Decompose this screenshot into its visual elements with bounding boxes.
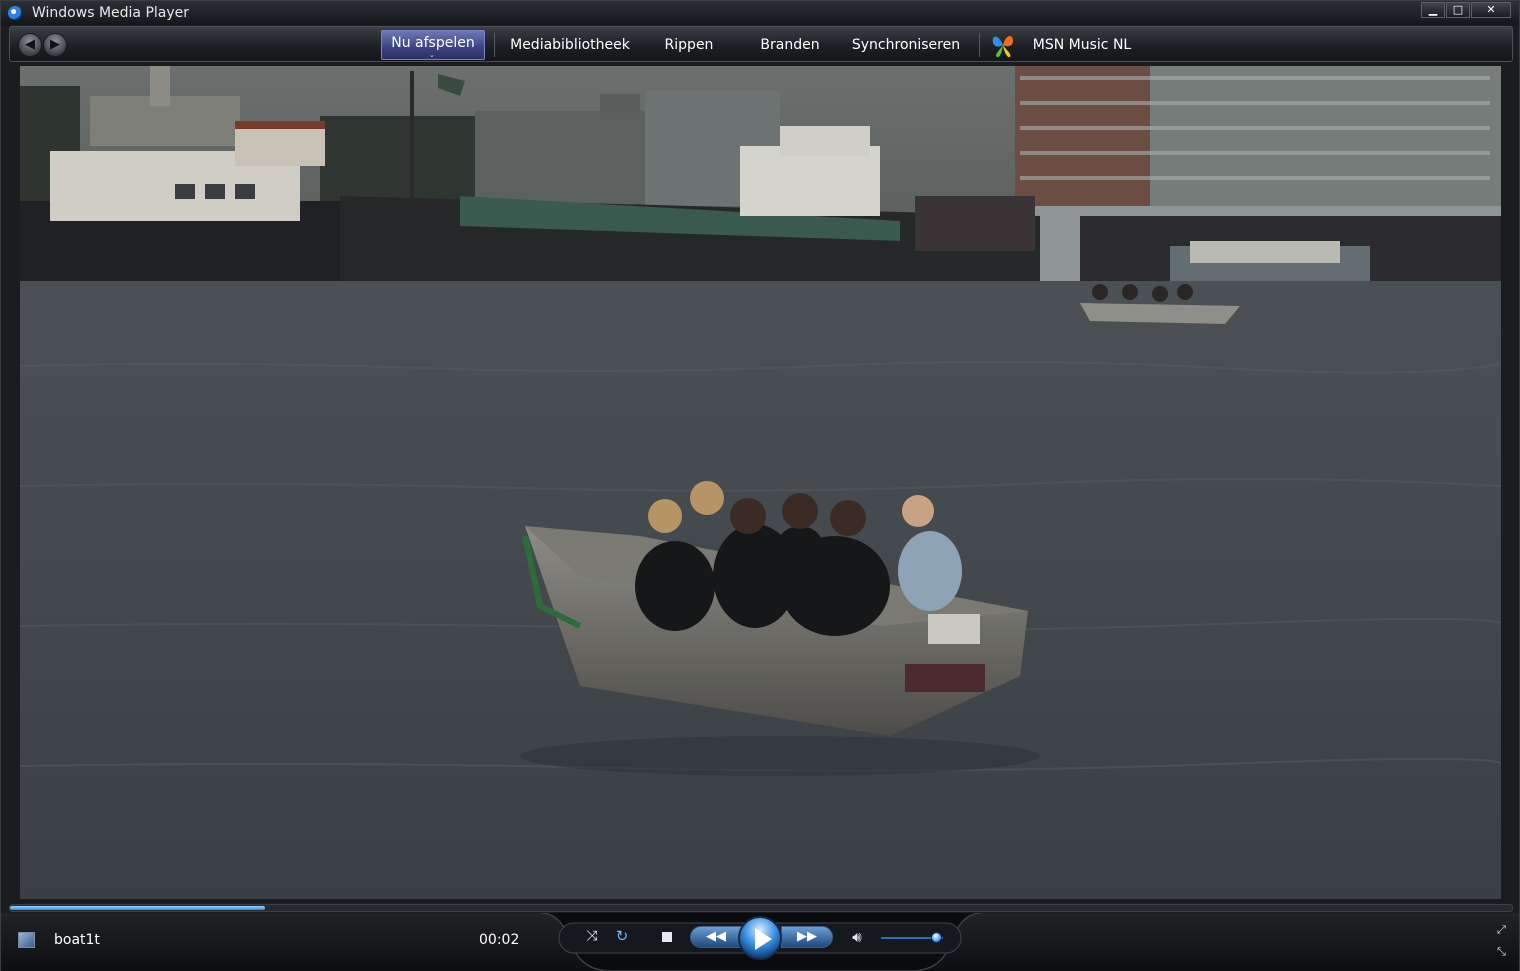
tab-library[interactable]: Mediabibliotheek — [505, 30, 635, 60]
title-bar[interactable]: Windows Media Player ▁ □ ✕ — [1, 1, 1519, 25]
nav-tab-bar: ◀ ▶ Nu afspelen ⌄ Mediabibliotheek Rippe… — [9, 26, 1513, 62]
tab-now-playing[interactable]: Nu afspelen ⌄ — [381, 30, 485, 60]
tab-sync[interactable]: Synchroniseren — [847, 30, 965, 60]
forward-button[interactable]: ▶ — [43, 33, 67, 57]
playback-control-bar: boat1t 00:02 ⤨ ↻ ◀◀ ▶▶ 🔊︎ ⤢ ⤡ — [1, 913, 1519, 971]
play-icon — [755, 928, 772, 950]
repeat-button[interactable]: ↻ — [613, 927, 631, 945]
window-title: Windows Media Player — [32, 5, 190, 21]
video-display[interactable] — [20, 66, 1501, 899]
back-button[interactable]: ◀ — [18, 33, 42, 57]
tab-divider — [494, 33, 495, 57]
media-player-window: Windows Media Player ▁ □ ✕ ◀ ▶ Nu afspel… — [0, 0, 1520, 971]
tab-label: Nu afspelen — [391, 35, 475, 51]
now-playing-title: boat1t — [54, 932, 100, 948]
msn-butterfly-icon — [992, 35, 1014, 58]
tab-divider — [979, 33, 980, 57]
mute-button[interactable]: 🔊︎ — [847, 928, 867, 946]
previous-button[interactable]: ◀◀ — [690, 926, 742, 948]
shuffle-button[interactable]: ⤨ — [583, 927, 601, 945]
minimize-button[interactable]: ▁ — [1421, 2, 1445, 18]
volume-slider-thumb[interactable] — [930, 932, 942, 943]
video-frame-image — [20, 66, 1501, 899]
tab-msn-music[interactable]: MSN Music NL — [1026, 30, 1138, 60]
seek-progress — [10, 906, 266, 910]
back-arrow-icon: ◀ — [25, 37, 35, 52]
tab-rip[interactable]: Rippen — [653, 30, 725, 60]
media-player-icon — [8, 6, 22, 20]
next-button[interactable]: ▶▶ — [781, 926, 833, 948]
chevron-down-icon[interactable]: ⌄ — [429, 52, 435, 59]
play-button[interactable] — [738, 916, 782, 960]
forward-arrow-icon: ▶ — [50, 37, 60, 52]
close-button[interactable]: ✕ — [1471, 2, 1511, 18]
fullscreen-button[interactable]: ⤡ — [1497, 946, 1509, 958]
video-file-icon — [18, 932, 35, 948]
seek-bar[interactable] — [9, 904, 1513, 912]
mini-mode-button[interactable]: ⤢ — [1497, 924, 1509, 936]
tab-burn[interactable]: Branden — [751, 30, 829, 60]
maximize-button[interactable]: □ — [1446, 2, 1470, 18]
elapsed-time[interactable]: 00:02 — [479, 932, 519, 948]
stop-button[interactable] — [662, 932, 672, 942]
